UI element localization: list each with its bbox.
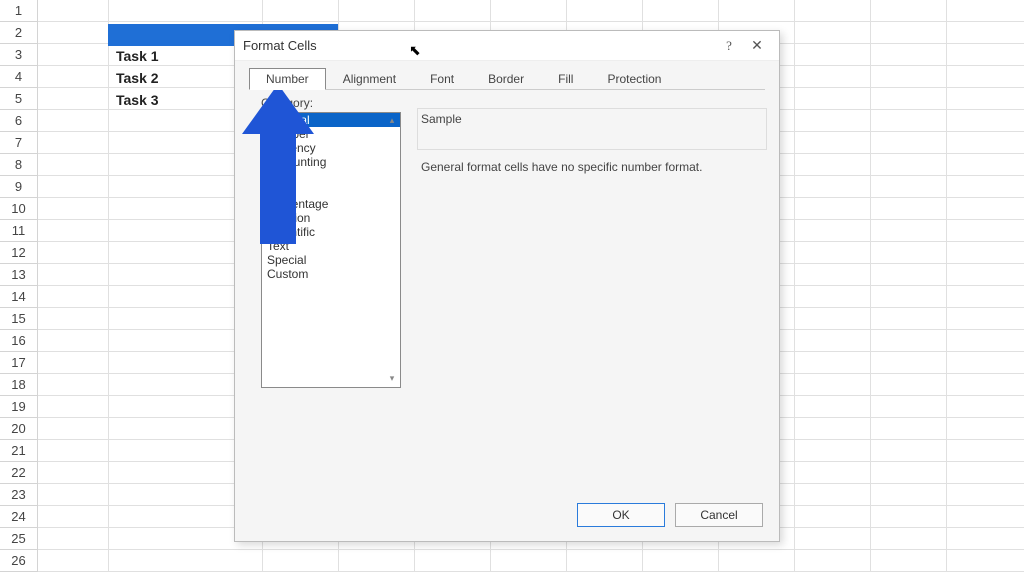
row-header[interactable]: 1: [0, 0, 38, 22]
category-item-number[interactable]: Number: [262, 127, 400, 141]
row-header[interactable]: 20: [0, 418, 38, 440]
row-header[interactable]: 25: [0, 528, 38, 550]
category-label: Category:: [261, 96, 313, 110]
dialog-title-bar[interactable]: Format Cells ? ✕: [235, 31, 779, 61]
number-tab-panel: Category: General Number Currency Accoun…: [249, 89, 765, 485]
scroll-down-icon[interactable]: ▾: [386, 373, 398, 385]
row-header[interactable]: 4: [0, 66, 38, 88]
tab-protection[interactable]: Protection: [590, 68, 678, 90]
sample-box: [417, 108, 767, 150]
row-header[interactable]: 22: [0, 462, 38, 484]
cancel-button[interactable]: Cancel: [675, 503, 763, 527]
category-item-custom[interactable]: Custom: [262, 267, 400, 281]
ok-button[interactable]: OK: [577, 503, 665, 527]
dialog-tabs: Number Alignment Font Border Fill Protec…: [235, 61, 779, 89]
tab-fill[interactable]: Fill: [541, 68, 590, 90]
category-item-time[interactable]: Time: [262, 183, 400, 197]
row-header[interactable]: 23: [0, 484, 38, 506]
cell-task-2[interactable]: Task 2: [116, 70, 159, 86]
row-header[interactable]: 6: [0, 110, 38, 132]
row-header[interactable]: 19: [0, 396, 38, 418]
row-header[interactable]: 15: [0, 308, 38, 330]
row-header[interactable]: 9: [0, 176, 38, 198]
row-header[interactable]: 14: [0, 286, 38, 308]
row-header[interactable]: 11: [0, 220, 38, 242]
row-header[interactable]: 26: [0, 550, 38, 572]
row-header[interactable]: 3: [0, 44, 38, 66]
row-header[interactable]: 2: [0, 22, 38, 44]
row-header[interactable]: 17: [0, 352, 38, 374]
category-item-text[interactable]: Text: [262, 239, 400, 253]
tab-alignment[interactable]: Alignment: [326, 68, 413, 90]
format-description: General format cells have no specific nu…: [421, 160, 702, 174]
row-header[interactable]: 12: [0, 242, 38, 264]
row-header[interactable]: 13: [0, 264, 38, 286]
scroll-up-icon[interactable]: ▴: [386, 115, 398, 127]
close-icon[interactable]: ✕: [743, 37, 771, 54]
row-header[interactable]: 5: [0, 88, 38, 110]
tab-font[interactable]: Font: [413, 68, 471, 90]
format-cells-dialog: Format Cells ? ✕ Number Alignment Font B…: [234, 30, 780, 542]
category-item-special[interactable]: Special: [262, 253, 400, 267]
category-item-date[interactable]: Date: [262, 169, 400, 183]
category-item-fraction[interactable]: Fraction: [262, 211, 400, 225]
cell-task-1[interactable]: Task 1: [116, 48, 159, 64]
row-header[interactable]: 7: [0, 132, 38, 154]
category-item-accounting[interactable]: Accounting: [262, 155, 400, 169]
tab-number[interactable]: Number: [249, 68, 326, 90]
help-icon[interactable]: ?: [715, 38, 743, 54]
category-listbox[interactable]: General Number Currency Accounting Date …: [261, 112, 401, 388]
dialog-buttons: OK Cancel: [235, 493, 779, 541]
row-header-column: 1 2 3 4 5 6 7 8 9 10 11 12 13 14 15 16 1…: [0, 0, 38, 572]
row-header[interactable]: 18: [0, 374, 38, 396]
row-header[interactable]: 10: [0, 198, 38, 220]
tab-border[interactable]: Border: [471, 68, 541, 90]
row-header[interactable]: 16: [0, 330, 38, 352]
category-item-currency[interactable]: Currency: [262, 141, 400, 155]
row-header[interactable]: 8: [0, 154, 38, 176]
category-item-scientific[interactable]: Scientific: [262, 225, 400, 239]
row-header[interactable]: 24: [0, 506, 38, 528]
category-item-percentage[interactable]: Percentage: [262, 197, 400, 211]
row-header[interactable]: 21: [0, 440, 38, 462]
dialog-title: Format Cells: [243, 38, 715, 53]
cell-task-3[interactable]: Task 3: [116, 92, 159, 108]
sample-label: Sample: [421, 112, 462, 126]
category-item-general[interactable]: General: [262, 113, 400, 127]
